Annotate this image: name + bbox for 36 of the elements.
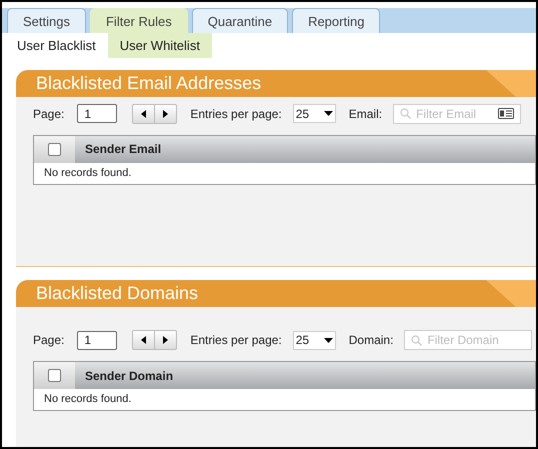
left-triangle-icon: [141, 336, 146, 344]
filter-placeholder: Filter Domain: [427, 332, 500, 349]
tab[interactable]: Settings: [7, 8, 86, 34]
entries-select[interactable]: 25: [292, 330, 336, 350]
empty-message: No records found.: [44, 392, 132, 408]
column-header[interactable]: Sender Email: [75, 136, 535, 163]
right-triangle-icon: [163, 110, 168, 118]
entries-label: Entries per page:: [190, 332, 282, 349]
section-title: Blacklisted Email Addresses: [36, 72, 262, 93]
filter-label: Email:: [348, 106, 382, 123]
empty-message: No records found.: [44, 166, 132, 182]
select-all-checkbox[interactable]: [48, 142, 61, 156]
page-label: Page:: [33, 332, 64, 349]
section-title: Blacklisted Domains: [36, 283, 198, 303]
page-field[interactable]: 1: [77, 104, 118, 124]
filter-placeholder: Filter Email: [416, 106, 478, 123]
page-field[interactable]: 1: [77, 330, 118, 350]
tab[interactable]: Quarantine: [192, 8, 288, 34]
entries-value: 25: [296, 332, 310, 349]
page-label: Page:: [33, 106, 64, 123]
right-triangle-icon: [163, 336, 168, 344]
dropdown-caret-icon: [324, 338, 333, 342]
select-all-checkbox[interactable]: [48, 369, 61, 382]
search-icon: [400, 108, 412, 120]
entries-select[interactable]: 25: [292, 104, 336, 124]
subtab[interactable]: User Blacklist: [5, 33, 108, 58]
column-header[interactable]: Sender Domain: [75, 362, 535, 389]
entries-value: 25: [296, 106, 310, 123]
dropdown-caret-icon: [324, 111, 333, 116]
tab[interactable]: Filter Rules: [90, 8, 188, 34]
left-triangle-icon: [141, 110, 146, 118]
filter-label: Domain:: [348, 332, 394, 349]
tab[interactable]: Reporting: [292, 8, 380, 34]
search-icon: [411, 334, 422, 346]
entries-label: Entries per page:: [190, 106, 282, 123]
contact-card-icon[interactable]: [498, 108, 514, 120]
